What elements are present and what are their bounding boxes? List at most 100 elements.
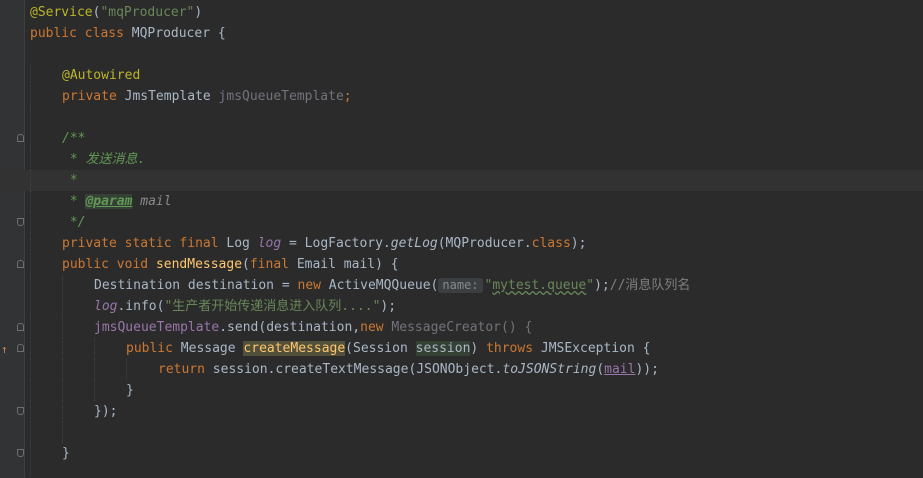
code-line-5[interactable]: private JmsTemplate jmsQueueTemplate; bbox=[0, 86, 923, 107]
type-jmsexception: JMSException { bbox=[533, 341, 651, 356]
code-line-22[interactable]: } bbox=[0, 443, 923, 464]
paren: ( bbox=[242, 257, 250, 272]
code-line-6[interactable] bbox=[0, 107, 923, 128]
fold-icon[interactable] bbox=[17, 407, 24, 415]
semicolon: ; bbox=[343, 89, 352, 104]
type-message: Message bbox=[172, 341, 244, 356]
indent-guide bbox=[94, 380, 95, 401]
code-line-19[interactable]: } bbox=[0, 380, 923, 401]
indent-guide bbox=[94, 359, 95, 380]
field-jmsqueuetemplate: jmsQueueTemplate bbox=[94, 320, 220, 335]
method-sendmessage: sendMessage bbox=[155, 257, 243, 272]
keyword-return: return bbox=[158, 362, 205, 377]
indent-guide bbox=[30, 107, 31, 128]
code-line-3[interactable] bbox=[0, 44, 923, 65]
annotation-autowired: @Autowired bbox=[62, 68, 141, 83]
fold-icon[interactable] bbox=[17, 323, 24, 331]
end: ); bbox=[570, 236, 587, 251]
parameter-hint-name: name: bbox=[438, 278, 483, 293]
indent-guide bbox=[30, 254, 31, 275]
code-line-1[interactable]: @Service("mqProducer") bbox=[0, 2, 923, 23]
code-line-21[interactable] bbox=[0, 422, 923, 443]
indent-guide bbox=[30, 233, 31, 254]
indent-guide bbox=[30, 359, 31, 380]
indent-guide bbox=[30, 65, 31, 86]
keyword-new: new bbox=[360, 320, 384, 335]
code-line-2[interactable]: public class MQProducer { bbox=[0, 23, 923, 44]
code-line-8[interactable]: * 发送消息. bbox=[0, 149, 923, 170]
class-name: MQProducer bbox=[131, 26, 211, 41]
indent-guide bbox=[30, 170, 31, 191]
param-session: session bbox=[415, 341, 471, 356]
javadoc-star: * bbox=[62, 194, 86, 209]
code-line-10[interactable]: * @param mail bbox=[0, 191, 923, 212]
code-line-7[interactable]: /** bbox=[0, 128, 923, 149]
method-tojsonstring: toJSONString bbox=[502, 362, 597, 377]
fold-icon[interactable] bbox=[17, 449, 24, 457]
indent-guide bbox=[30, 191, 31, 212]
string-log-message: "生产者开始传递消息进入队列...." bbox=[164, 299, 381, 314]
type-jmstemplate: JmsTemplate bbox=[124, 89, 211, 104]
keyword-public: public bbox=[126, 341, 173, 356]
code-line-23[interactable] bbox=[0, 464, 923, 478]
fold-icon[interactable] bbox=[17, 218, 24, 226]
indent-guide bbox=[30, 401, 31, 422]
fold-icon[interactable] bbox=[17, 260, 24, 268]
indent-guide bbox=[30, 296, 31, 317]
keyword-static: static bbox=[124, 236, 172, 251]
dest-decl: Destination destination = bbox=[94, 278, 298, 293]
annotation-service: @Service bbox=[30, 5, 93, 20]
javadoc-param-name: mail bbox=[132, 194, 172, 209]
code-line-11[interactable]: */ bbox=[0, 212, 923, 233]
brace: } bbox=[126, 383, 134, 398]
method-getlog: getLog bbox=[390, 236, 438, 251]
assign: = LogFactory. bbox=[281, 236, 391, 251]
string-queue-name: mytest.queue bbox=[492, 278, 587, 293]
end: ); bbox=[594, 278, 610, 293]
indent-guide bbox=[62, 401, 63, 422]
keyword-throws: throws bbox=[486, 341, 534, 356]
code-line-12[interactable]: private static final Log log = LogFactor… bbox=[0, 233, 923, 254]
indent-guide bbox=[30, 128, 31, 149]
keyword-private: private bbox=[62, 236, 117, 251]
params-open: (Session bbox=[345, 341, 416, 356]
javadoc-open: /** bbox=[62, 131, 86, 146]
indent-guide bbox=[30, 149, 31, 170]
code-line-16[interactable]: jmsQueueTemplate.send(destination,new Me… bbox=[0, 317, 923, 338]
arg: (MQProducer. bbox=[437, 236, 532, 251]
code-line-9-current[interactable]: * bbox=[0, 170, 923, 191]
keyword-new: new bbox=[297, 278, 321, 293]
keyword-public: public bbox=[62, 257, 109, 272]
override-icon[interactable]: ↑ bbox=[1, 339, 8, 360]
keyword-private: private bbox=[62, 89, 117, 104]
code-line-20[interactable]: }); bbox=[0, 401, 923, 422]
brace: } bbox=[62, 446, 70, 461]
indent-guide bbox=[30, 422, 31, 443]
method-info: .info( bbox=[117, 299, 165, 314]
code-editor[interactable]: @Service("mqProducer") public class MQPr… bbox=[0, 0, 923, 478]
code-line-17[interactable]: ↑ public Message createMessage(Session s… bbox=[0, 338, 923, 359]
javadoc-description: * 发送消息. bbox=[62, 152, 146, 167]
indent-guide bbox=[30, 317, 31, 338]
indent-guide bbox=[62, 317, 63, 338]
indent-guide bbox=[62, 359, 63, 380]
ctor-activemqqueue: ActiveMQQueue( bbox=[320, 278, 439, 293]
fold-icon[interactable] bbox=[17, 134, 24, 142]
end: ); bbox=[380, 299, 397, 314]
code-line-13[interactable]: public void sendMessage(final Email mail… bbox=[0, 254, 923, 275]
indent-guide bbox=[94, 338, 95, 359]
code-line-4[interactable]: @Autowired bbox=[0, 65, 923, 86]
keyword-class: class bbox=[84, 26, 124, 41]
field-jmsqueuetemplate: jmsQueueTemplate bbox=[218, 89, 344, 104]
paren: ) bbox=[194, 5, 203, 20]
code-line-18[interactable]: return session.createTextMessage(JSONObj… bbox=[0, 359, 923, 380]
code-line-15[interactable]: log.info("生产者开始传递消息进入队列...."); bbox=[0, 296, 923, 317]
javadoc-close: */ bbox=[62, 215, 86, 230]
indent-guide bbox=[62, 296, 63, 317]
indent-guide bbox=[30, 380, 31, 401]
fold-icon[interactable] bbox=[17, 344, 24, 352]
javadoc-param-tag: @param bbox=[85, 194, 133, 209]
indent-guide bbox=[126, 359, 127, 380]
code-line-14[interactable]: Destination destination = new ActiveMQQu… bbox=[0, 275, 923, 296]
anon-messagecreator: MessageCreator() { bbox=[383, 320, 533, 335]
